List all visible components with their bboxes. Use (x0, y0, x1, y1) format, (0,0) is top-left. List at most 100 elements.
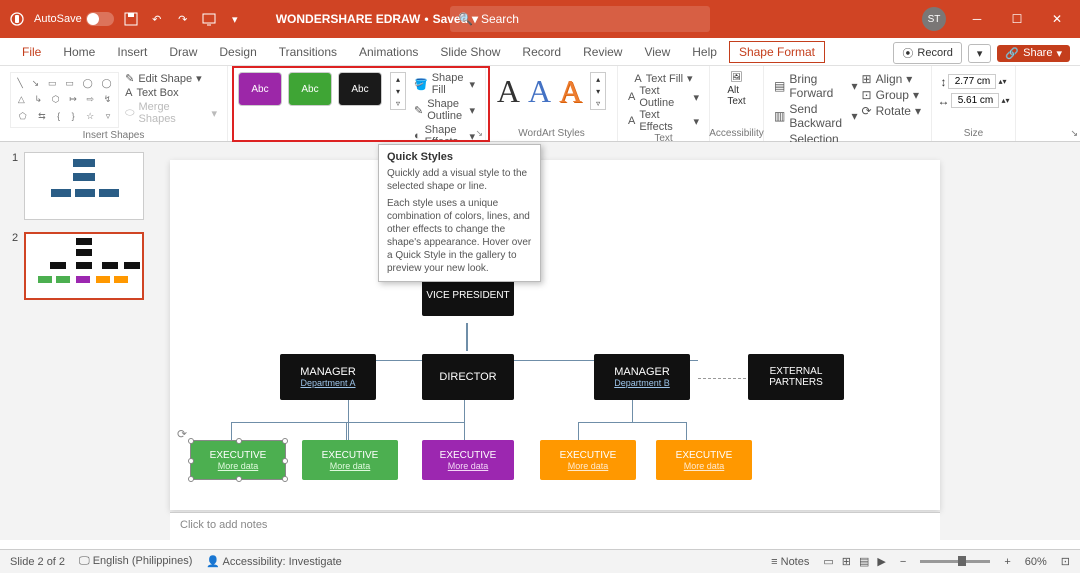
autosave-label: AutoSave (34, 13, 82, 25)
bring-forward-button[interactable]: ▤ Bring Forward ▾ (774, 72, 858, 100)
wordart-gallery[interactable]: A A A ▴ ▾ ▿ (497, 72, 606, 110)
slideshow-icon[interactable] (200, 10, 218, 28)
share-button[interactable]: 🔗 Share ▾ (997, 45, 1070, 62)
scroll-down-icon[interactable]: ▾ (591, 85, 605, 97)
node-manager-a[interactable]: MANAGERDepartment A (280, 354, 376, 400)
notes-button[interactable]: ≡ Notes (771, 556, 809, 568)
menu-design[interactable]: Design (209, 41, 266, 63)
slide-canvas[interactable]: CEO VICE PRESIDENT MANAGERDepartment A D… (170, 160, 940, 510)
text-fill-button[interactable]: A Text Fill ▾ (634, 72, 692, 85)
maximize-button[interactable]: ☐ (1000, 4, 1034, 34)
node-manager-b[interactable]: MANAGERDepartment B (594, 354, 690, 400)
group-button[interactable]: ⊡ Group ▾ (862, 88, 921, 102)
notes-pane[interactable]: Click to add notes (170, 512, 940, 540)
normal-view-icon[interactable]: ▭ (823, 555, 833, 568)
menu-transitions[interactable]: Transitions (269, 41, 347, 63)
titlebar-right: ST ─ ☐ ✕ (922, 4, 1074, 34)
connector (346, 422, 347, 440)
edit-shape-button[interactable]: ✎ Edit Shape ▾ (125, 72, 217, 85)
style-swatch-purple[interactable]: Abc (238, 72, 282, 106)
style-swatch-green[interactable]: Abc (288, 72, 332, 106)
dialog-launcher-icon[interactable]: ↘ (475, 128, 483, 139)
expand-gallery-icon[interactable]: ▿ (591, 97, 605, 109)
search-input[interactable] (481, 12, 702, 26)
dialog-launcher-icon[interactable]: ↘ (1070, 128, 1078, 139)
wordart-style-3[interactable]: A (559, 73, 582, 110)
thumbnail-2[interactable]: 2 (12, 232, 145, 300)
group-label: Size (964, 128, 983, 139)
group-label: WordArt Styles (518, 128, 585, 139)
search-bar[interactable]: 🔍 (450, 6, 710, 32)
menu-help[interactable]: Help (682, 41, 727, 63)
user-avatar[interactable]: ST (922, 7, 946, 31)
minimize-button[interactable]: ─ (960, 4, 994, 34)
expand-gallery-icon[interactable]: ▿ (391, 97, 405, 109)
ribbon-chevron-icon[interactable]: ▾ (968, 44, 992, 63)
menu-review[interactable]: Review (573, 41, 632, 63)
save-icon[interactable] (122, 10, 140, 28)
wordart-style-2[interactable]: A (528, 73, 551, 110)
text-outline-button[interactable]: A Text Outline ▾ (628, 85, 699, 109)
sorter-view-icon[interactable]: ⊞ (842, 555, 851, 568)
redo-icon[interactable]: ↷ (174, 10, 192, 28)
stepper-icon[interactable]: ▴▾ (998, 77, 1006, 86)
menu-shape-format[interactable]: Shape Format (729, 41, 825, 63)
rotate-handle-icon[interactable]: ⟳ (177, 427, 187, 441)
record-mode-button[interactable]: ⦿ Record (893, 42, 961, 64)
shapes-gallery[interactable]: ╲↘▭▭◯◯ △↳⬡↦⇨↯ ⬠⇆{}☆▿ (10, 72, 119, 128)
customize-qa-icon[interactable]: ▾ (226, 10, 244, 28)
group-arrange: ▤ Bring Forward ▾ ▥ Send Backward ▾ ▦ Se… (764, 66, 932, 141)
reading-view-icon[interactable]: ▤ (859, 555, 869, 568)
slideshow-view-icon[interactable]: ▶ (877, 555, 885, 568)
scroll-up-icon[interactable]: ▴ (591, 73, 605, 85)
zoom-in-icon[interactable]: + (1004, 556, 1010, 568)
node-exec-5[interactable]: EXECUTIVEMore data (656, 440, 752, 480)
menu-slideshow[interactable]: Slide Show (430, 41, 510, 63)
alt-text-button[interactable]: 🖼 Alt Text (727, 72, 745, 107)
style-scroll: ▴ ▾ ▿ (390, 72, 406, 110)
text-effects-button[interactable]: A Text Effects ▾ (628, 109, 699, 133)
align-button[interactable]: ⊞ Align ▾ (862, 72, 921, 86)
text-box-button[interactable]: A Text Box (125, 87, 217, 99)
thumbnail-1[interactable]: 1 (12, 152, 145, 220)
rotate-button[interactable]: ⟳ Rotate ▾ (862, 104, 921, 118)
menu-record[interactable]: Record (512, 41, 571, 63)
node-director[interactable]: DIRECTOR (422, 354, 514, 400)
shape-outline-button[interactable]: ✎ Shape Outline ▾ (414, 98, 475, 122)
zoom-out-icon[interactable]: − (900, 556, 906, 568)
menu-home[interactable]: Home (53, 41, 105, 63)
zoom-level[interactable]: 60% (1025, 556, 1047, 568)
style-preview-gallery[interactable]: Abc Abc Abc (238, 72, 382, 106)
send-backward-button[interactable]: ▥ Send Backward ▾ (774, 102, 858, 130)
width-input[interactable] (951, 93, 999, 108)
wordart-scroll: ▴ ▾ ▿ (590, 72, 606, 110)
height-icon: ↕ (940, 75, 946, 89)
group-shape-styles: Abc Abc Abc ▴ ▾ ▿ 🪣 Shape Fill ▾ ✎ Shape… (228, 66, 486, 141)
close-button[interactable]: ✕ (1040, 4, 1074, 34)
zoom-slider[interactable] (920, 560, 990, 563)
height-input[interactable] (948, 74, 996, 89)
style-swatch-black[interactable]: Abc (338, 72, 382, 106)
accessibility-button[interactable]: 👤 Accessibility: Investigate (206, 555, 341, 568)
menu-draw[interactable]: Draw (159, 41, 207, 63)
menu-animations[interactable]: Animations (349, 41, 428, 63)
document-name[interactable]: WONDERSHARE EDRAW • Saved ▾ (276, 12, 478, 26)
search-icon: 🔍 (458, 12, 473, 26)
node-exec-2[interactable]: EXECUTIVEMore data (302, 440, 398, 480)
node-exec-3[interactable]: EXECUTIVEMore data (422, 440, 514, 480)
stepper-icon[interactable]: ▴▾ (1001, 96, 1009, 105)
node-exec-4[interactable]: EXECUTIVEMore data (540, 440, 636, 480)
autosave-toggle[interactable]: AutoSave (34, 12, 114, 26)
node-exec-1-selected[interactable]: ⟳ EXECUTIVEMore data (190, 440, 286, 480)
menu-insert[interactable]: Insert (107, 41, 157, 63)
node-external[interactable]: EXTERNAL PARTNERS (748, 354, 844, 400)
scroll-up-icon[interactable]: ▴ (391, 73, 405, 85)
shape-fill-button[interactable]: 🪣 Shape Fill ▾ (414, 72, 475, 96)
menu-view[interactable]: View (634, 41, 680, 63)
undo-icon[interactable]: ↶ (148, 10, 166, 28)
language-button[interactable]: 🖵 English (Philippines) (79, 555, 192, 568)
menu-file[interactable]: File (12, 41, 51, 63)
wordart-style-1[interactable]: A (497, 73, 520, 110)
fit-to-window-icon[interactable]: ⊡ (1061, 555, 1070, 568)
scroll-down-icon[interactable]: ▾ (391, 85, 405, 97)
